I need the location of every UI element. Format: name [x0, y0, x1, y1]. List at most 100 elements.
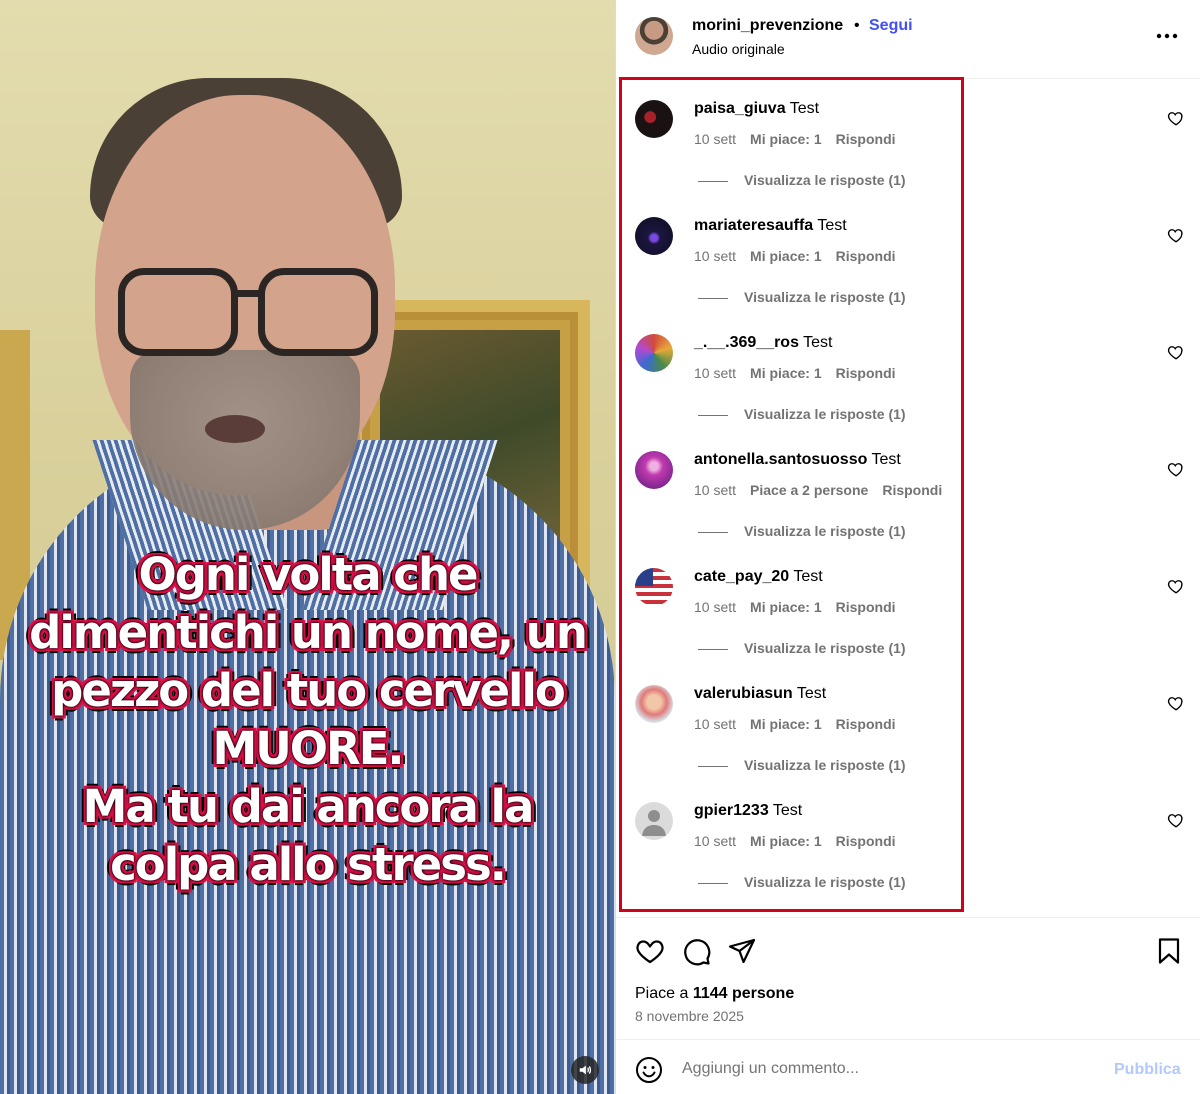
volume-button[interactable] [571, 1056, 599, 1084]
comment-time[interactable]: 10 sett [694, 131, 736, 147]
comment-like-heart-icon[interactable] [1167, 811, 1185, 829]
view-replies-label: Visualizza le risposte (1) [744, 640, 906, 656]
author-avatar[interactable] [635, 17, 673, 55]
speaker-icon [579, 1065, 592, 1075]
post-date: 8 novembre 2025 [635, 1008, 744, 1024]
reel-video[interactable]: Ogni volta che dimentichi un nome, un pe… [0, 0, 615, 1094]
comment-item: gpier1233 Test 10 sett Mi piace: 1 Rispond… [616, 781, 1200, 898]
comment-text: Test [803, 334, 833, 351]
video-glasses-left-lens [118, 268, 238, 356]
comment-bubble-icon[interactable] [681, 936, 711, 966]
view-replies-label: Visualizza le risposte (1) [744, 874, 906, 890]
comment-likes[interactable]: Mi piace: 1 [750, 833, 822, 849]
comment-time[interactable]: 10 sett [694, 599, 736, 615]
comment-like-heart-icon[interactable] [1167, 109, 1185, 127]
caption-line: MUORE. [212, 722, 404, 775]
caption-line: pezzo del tuo cervello [51, 664, 566, 717]
caption-line: colpa allo stress. [110, 838, 507, 891]
commenter-avatar[interactable] [635, 100, 673, 138]
reply-button[interactable]: Rispondi [882, 482, 942, 498]
commenter-username[interactable]: gpier1233 [694, 802, 769, 819]
commenter-username[interactable]: _.__.369__ros [694, 334, 799, 351]
comment-item: paisa_giuva Test 10 sett Mi piace: 1 Rispo… [616, 79, 1200, 196]
post-header: morini_prevenzione • Segui Audio origina… [616, 0, 1200, 79]
view-replies-button[interactable]: Visualizza le risposte (1) [698, 640, 906, 656]
comment-time[interactable]: 10 sett [694, 248, 736, 264]
view-replies-label: Visualizza le risposte (1) [744, 406, 906, 422]
comment-item: mariateresauffa Test 10 sett Mi piace: 1 R… [616, 196, 1200, 313]
likes-count[interactable]: 1144 persone [693, 985, 794, 1002]
reply-button[interactable]: Rispondi [836, 716, 896, 732]
reply-button[interactable]: Rispondi [836, 599, 896, 615]
video-person-mouth [205, 415, 265, 443]
comment-time[interactable]: 10 sett [694, 716, 736, 732]
more-options-icon[interactable] [1154, 24, 1180, 48]
reply-button[interactable]: Rispondi [836, 833, 896, 849]
comments-list[interactable]: paisa_giuva Test 10 sett Mi piace: 1 Rispo… [616, 79, 1200, 917]
view-replies-button[interactable]: Visualizza le risposte (1) [698, 874, 906, 890]
likes-prefix: Piace a [635, 985, 693, 1002]
commenter-avatar[interactable] [635, 217, 673, 255]
header-separator: • [854, 17, 860, 34]
comment-input[interactable] [682, 1060, 1082, 1078]
post-side-panel: morini_prevenzione • Segui Audio origina… [615, 0, 1200, 1094]
view-replies-label: Visualizza le risposte (1) [744, 757, 906, 773]
comment-like-heart-icon[interactable] [1167, 226, 1185, 244]
commenter-username[interactable]: valerubiasun [694, 685, 793, 702]
comment-text: Test [796, 685, 827, 702]
comment-item: valerubiasun Test 10 sett Mi piace: 1 Risp… [616, 664, 1200, 781]
comment-time[interactable]: 10 sett [694, 482, 736, 498]
comment-likes[interactable]: Piace a 2 persone [750, 482, 868, 498]
commenter-avatar[interactable] [635, 334, 673, 372]
view-replies-label: Visualizza le risposte (1) [744, 289, 906, 305]
commenter-username[interactable]: antonella.santosuosso [694, 451, 867, 468]
comment-like-heart-icon[interactable] [1167, 694, 1185, 712]
view-replies-label: Visualizza le risposte (1) [744, 523, 906, 539]
caption-line: Ma tu dai ancora la [82, 780, 535, 833]
comment-likes[interactable]: Mi piace: 1 [750, 248, 822, 264]
video-caption-overlay: Ogni volta che dimentichi un nome, un pe… [10, 546, 605, 894]
view-replies-button[interactable]: Visualizza le risposte (1) [698, 523, 906, 539]
comment-time[interactable]: 10 sett [694, 833, 736, 849]
publish-button[interactable]: Pubblica [1114, 1061, 1181, 1079]
commenter-username[interactable]: paisa_giuva [694, 100, 786, 117]
commenter-username[interactable]: mariateresauffa [694, 217, 813, 234]
likes-count-label[interactable]: Piace a 1144 persone [635, 985, 794, 1003]
comment-likes[interactable]: Mi piace: 1 [750, 599, 822, 615]
comment-text: Test [817, 217, 847, 234]
comment-like-heart-icon[interactable] [1167, 460, 1185, 478]
follow-button[interactable]: Segui [869, 17, 913, 35]
emoji-icon[interactable] [635, 1056, 663, 1084]
author-username[interactable]: morini_prevenzione [692, 17, 843, 35]
reply-button[interactable]: Rispondi [836, 365, 896, 381]
reply-button[interactable]: Rispondi [836, 248, 896, 264]
caption-line: Ogni volta che [138, 548, 478, 601]
view-replies-button[interactable]: Visualizza le risposte (1) [698, 406, 906, 422]
like-heart-icon[interactable] [635, 936, 665, 966]
commenter-avatar[interactable] [635, 802, 673, 840]
comment-text: Test [793, 568, 823, 585]
view-replies-button[interactable]: Visualizza le risposte (1) [698, 757, 906, 773]
share-paper-plane-icon[interactable] [727, 936, 757, 966]
post-actions: Piace a 1144 persone 8 novembre 2025 [616, 917, 1200, 1039]
audio-label[interactable]: Audio originale [692, 41, 785, 57]
view-replies-button[interactable]: Visualizza le risposte (1) [698, 289, 906, 305]
comment-like-heart-icon[interactable] [1167, 343, 1185, 361]
comment-likes[interactable]: Mi piace: 1 [750, 365, 822, 381]
commenter-avatar[interactable] [635, 568, 673, 606]
comment-like-heart-icon[interactable] [1167, 577, 1185, 595]
comment-likes[interactable]: Mi piace: 1 [750, 716, 822, 732]
commenter-avatar[interactable] [635, 451, 673, 489]
save-bookmark-icon[interactable] [1154, 936, 1184, 966]
video-glasses-bridge [236, 290, 260, 297]
reply-button[interactable]: Rispondi [836, 131, 896, 147]
view-replies-button[interactable]: Visualizza le risposte (1) [698, 172, 906, 188]
view-replies-label: Visualizza le risposte (1) [744, 172, 906, 188]
comment-text: Test [772, 802, 803, 819]
comment-composer: Pubblica [616, 1039, 1200, 1094]
commenter-username[interactable]: cate_pay_20 [694, 568, 789, 585]
comment-item: cate_pay_20 Test 10 sett Mi piace: 1 Rispo… [616, 547, 1200, 664]
commenter-avatar[interactable] [635, 685, 673, 723]
comment-time[interactable]: 10 sett [694, 365, 736, 381]
comment-likes[interactable]: Mi piace: 1 [750, 131, 822, 147]
